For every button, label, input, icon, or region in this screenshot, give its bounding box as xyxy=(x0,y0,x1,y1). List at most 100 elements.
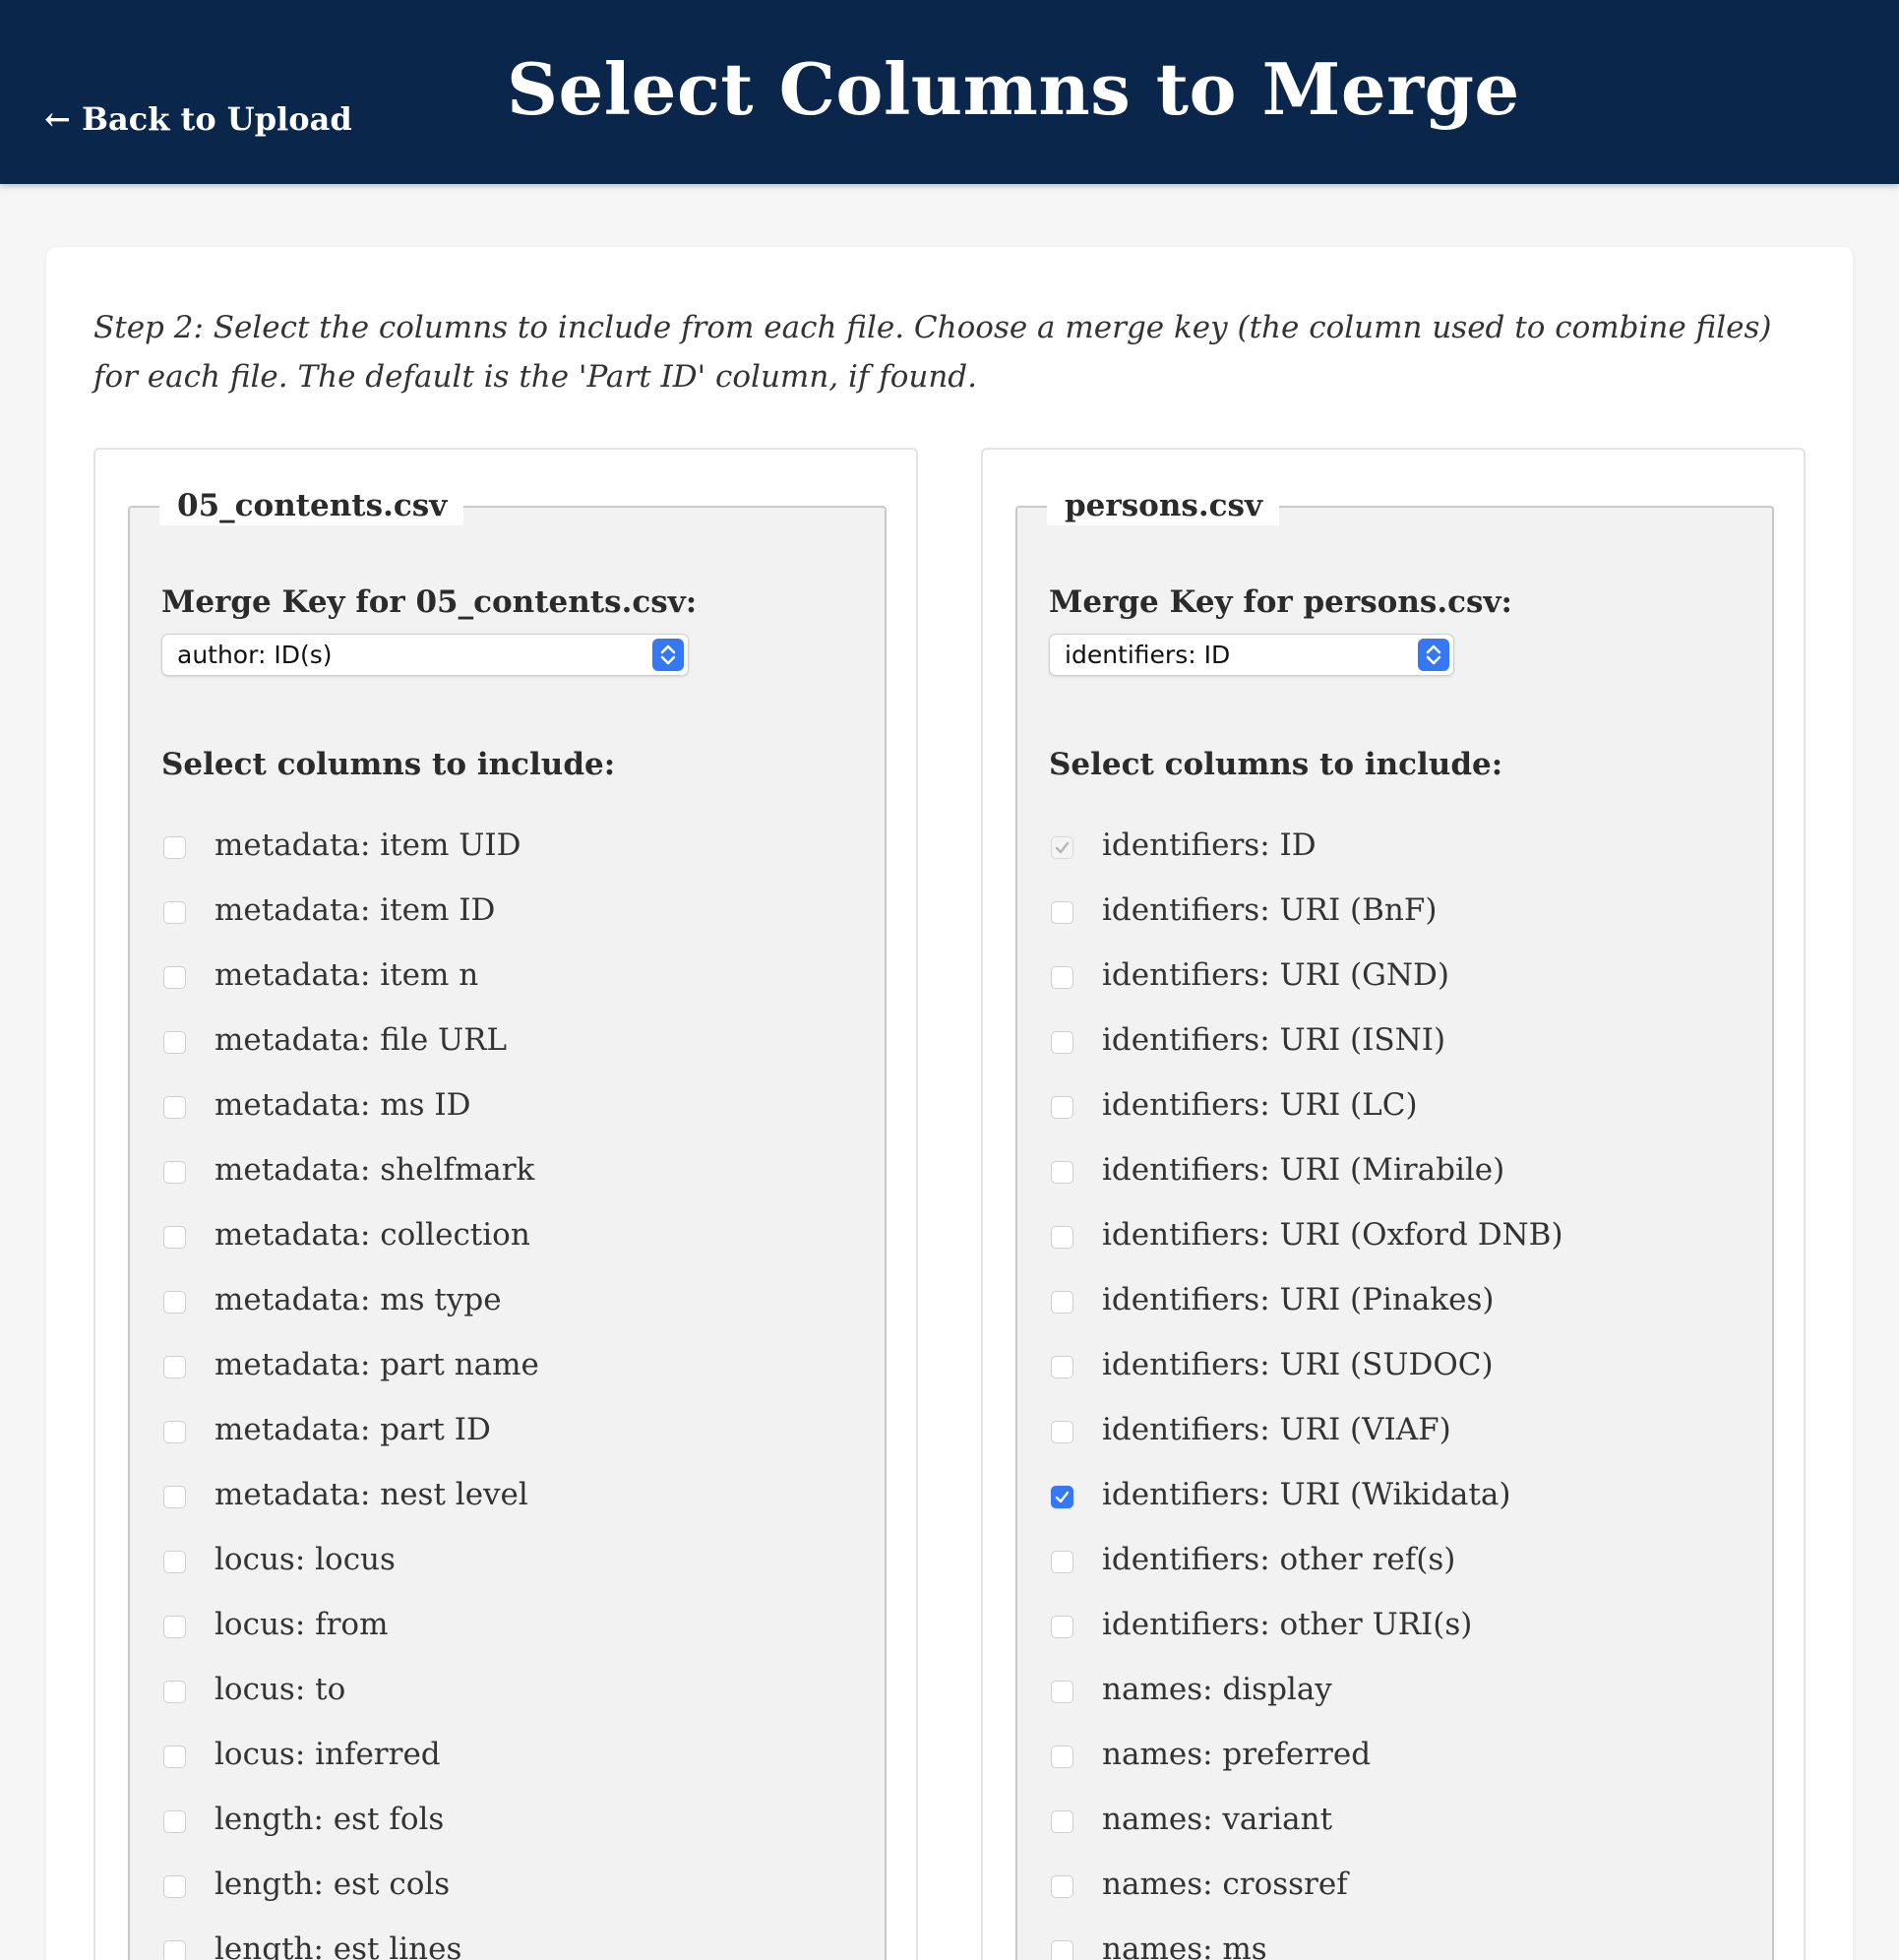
column-option[interactable]: metadata: part ID xyxy=(163,1397,872,1462)
column-checkbox[interactable] xyxy=(163,1809,186,1833)
column-checkbox[interactable] xyxy=(163,1874,186,1898)
column-option-label: metadata: shelfmark xyxy=(214,1152,535,1188)
column-checkbox[interactable] xyxy=(1051,1030,1073,1054)
column-option[interactable]: identifiers: URI (VIAF) xyxy=(1051,1397,1759,1462)
file-legend: 05_contents.csv xyxy=(159,486,464,525)
column-checkbox[interactable] xyxy=(1051,1615,1073,1638)
column-option[interactable]: metadata: item UID xyxy=(163,813,872,878)
column-option[interactable]: locus: to xyxy=(163,1657,872,1722)
column-checkbox[interactable] xyxy=(163,1745,186,1768)
column-option[interactable]: metadata: ms ID xyxy=(163,1072,872,1137)
column-option-label: length: est cols xyxy=(214,1867,451,1902)
column-checkbox[interactable] xyxy=(163,1615,186,1638)
column-option[interactable]: names: crossref xyxy=(1051,1852,1759,1917)
column-option[interactable]: names: variant xyxy=(1051,1787,1759,1852)
column-option[interactable]: metadata: shelfmark xyxy=(163,1137,872,1202)
column-checkbox[interactable] xyxy=(163,1160,186,1184)
column-option-label: identifiers: URI (ISNI) xyxy=(1102,1022,1446,1058)
column-option[interactable]: identifiers: ID xyxy=(1051,813,1759,878)
column-list: metadata: item UID metadata: item ID metad… xyxy=(163,813,872,1960)
column-option[interactable]: length: est lines xyxy=(163,1917,872,1960)
column-option[interactable]: locus: inferred xyxy=(163,1722,872,1787)
column-option[interactable]: locus: from xyxy=(163,1592,872,1657)
column-option-label: identifiers: URI (Oxford DNB) xyxy=(1102,1217,1563,1253)
column-checkbox[interactable] xyxy=(1051,1680,1073,1703)
column-option-label: identifiers: URI (SUDOC) xyxy=(1102,1347,1494,1382)
column-checkbox[interactable] xyxy=(163,900,186,924)
column-checkbox[interactable] xyxy=(1051,900,1073,924)
column-option[interactable]: identifiers: URI (Wikidata) xyxy=(1051,1462,1759,1527)
column-checkbox[interactable] xyxy=(163,1550,186,1573)
column-option[interactable]: identifiers: URI (BnF) xyxy=(1051,878,1759,943)
column-checkbox[interactable] xyxy=(1051,1095,1073,1119)
column-checkbox[interactable] xyxy=(1051,1225,1073,1249)
column-option-label: names: ms xyxy=(1102,1931,1267,1960)
column-option-label: identifiers: URI (VIAF) xyxy=(1102,1412,1451,1447)
column-option-label: length: est lines xyxy=(214,1931,462,1960)
column-checkbox[interactable] xyxy=(1051,1939,1073,1960)
column-checkbox[interactable] xyxy=(1051,965,1073,989)
select-stepper-icon xyxy=(652,639,684,671)
file-panel-persons: persons.csv Merge Key for persons.csv: i… xyxy=(981,448,1806,1960)
column-option[interactable]: length: est cols xyxy=(163,1852,872,1917)
column-option[interactable]: identifiers: URI (GND) xyxy=(1051,943,1759,1008)
column-option-label: metadata: nest level xyxy=(214,1477,528,1512)
column-option-label: metadata: item n xyxy=(214,957,479,993)
column-option[interactable]: metadata: part name xyxy=(163,1332,872,1397)
column-checkbox[interactable] xyxy=(1051,1290,1073,1314)
column-checkbox[interactable] xyxy=(1051,1160,1073,1184)
merge-key-select[interactable]: identifiers: ID xyxy=(1049,634,1454,676)
column-option[interactable]: identifiers: URI (Mirabile) xyxy=(1051,1137,1759,1202)
column-option[interactable]: names: ms xyxy=(1051,1917,1759,1960)
column-option[interactable]: locus: locus xyxy=(163,1527,872,1592)
column-checkbox[interactable] xyxy=(1051,1745,1073,1768)
column-option-label: locus: from xyxy=(214,1607,389,1642)
column-checkbox[interactable] xyxy=(163,835,186,859)
column-option[interactable]: names: display xyxy=(1051,1657,1759,1722)
merge-key-select[interactable]: author: ID(s) xyxy=(161,634,689,676)
checkmark-icon xyxy=(1055,841,1070,853)
column-option[interactable]: identifiers: URI (Oxford DNB) xyxy=(1051,1202,1759,1267)
column-checkbox[interactable] xyxy=(163,1485,186,1508)
column-option[interactable]: names: preferred xyxy=(1051,1722,1759,1787)
column-option[interactable]: identifiers: URI (LC) xyxy=(1051,1072,1759,1137)
column-option[interactable]: metadata: item n xyxy=(163,943,872,1008)
column-checkbox[interactable] xyxy=(163,1290,186,1314)
column-checkbox[interactable] xyxy=(1051,1355,1073,1378)
column-checkbox[interactable] xyxy=(163,1939,186,1960)
column-checkbox[interactable] xyxy=(163,1420,186,1443)
column-checkbox[interactable] xyxy=(1051,1420,1073,1443)
header-bar: ← Back to Upload Select Columns to Merge xyxy=(0,0,1899,184)
column-option[interactable]: identifiers: URI (SUDOC) xyxy=(1051,1332,1759,1397)
column-checkbox[interactable] xyxy=(163,1355,186,1378)
column-checkbox[interactable] xyxy=(163,1095,186,1119)
column-option[interactable]: metadata: item ID xyxy=(163,878,872,943)
column-option-label: names: display xyxy=(1102,1672,1332,1707)
column-checkbox[interactable] xyxy=(163,1030,186,1054)
merge-key-selected-value: identifiers: ID xyxy=(1065,641,1231,669)
column-option[interactable]: metadata: file URL xyxy=(163,1008,872,1072)
column-option[interactable]: identifiers: URI (Pinakes) xyxy=(1051,1267,1759,1332)
back-to-upload-link[interactable]: ← Back to Upload xyxy=(44,100,352,138)
column-option[interactable]: identifiers: other URI(s) xyxy=(1051,1592,1759,1657)
column-option-label: identifiers: URI (LC) xyxy=(1102,1087,1418,1123)
step-instructions: Step 2: Select the columns to include fr… xyxy=(93,310,1772,395)
column-option[interactable]: metadata: nest level xyxy=(163,1462,872,1527)
column-checkbox[interactable] xyxy=(163,1680,186,1703)
merge-key-label: Merge Key for persons.csv: xyxy=(1049,584,1512,620)
column-checkbox[interactable] xyxy=(1051,1874,1073,1898)
column-checkbox[interactable] xyxy=(1051,1550,1073,1573)
column-option[interactable]: identifiers: URI (ISNI) xyxy=(1051,1008,1759,1072)
column-option[interactable]: length: est fols xyxy=(163,1787,872,1852)
column-checkbox[interactable] xyxy=(163,1225,186,1249)
column-option[interactable]: metadata: collection xyxy=(163,1202,872,1267)
column-checkbox[interactable] xyxy=(1051,1809,1073,1833)
column-checkbox[interactable] xyxy=(163,965,186,989)
column-option[interactable]: identifiers: other ref(s) xyxy=(1051,1527,1759,1592)
column-option[interactable]: metadata: ms type xyxy=(163,1267,872,1332)
column-checkbox[interactable] xyxy=(1051,1485,1073,1508)
main-card: Step 2: Select the columns to include fr… xyxy=(46,247,1853,1960)
column-option-label: metadata: ms type xyxy=(214,1282,502,1317)
include-columns-label: Select columns to include: xyxy=(161,747,616,782)
file-legend: persons.csv xyxy=(1047,486,1279,525)
